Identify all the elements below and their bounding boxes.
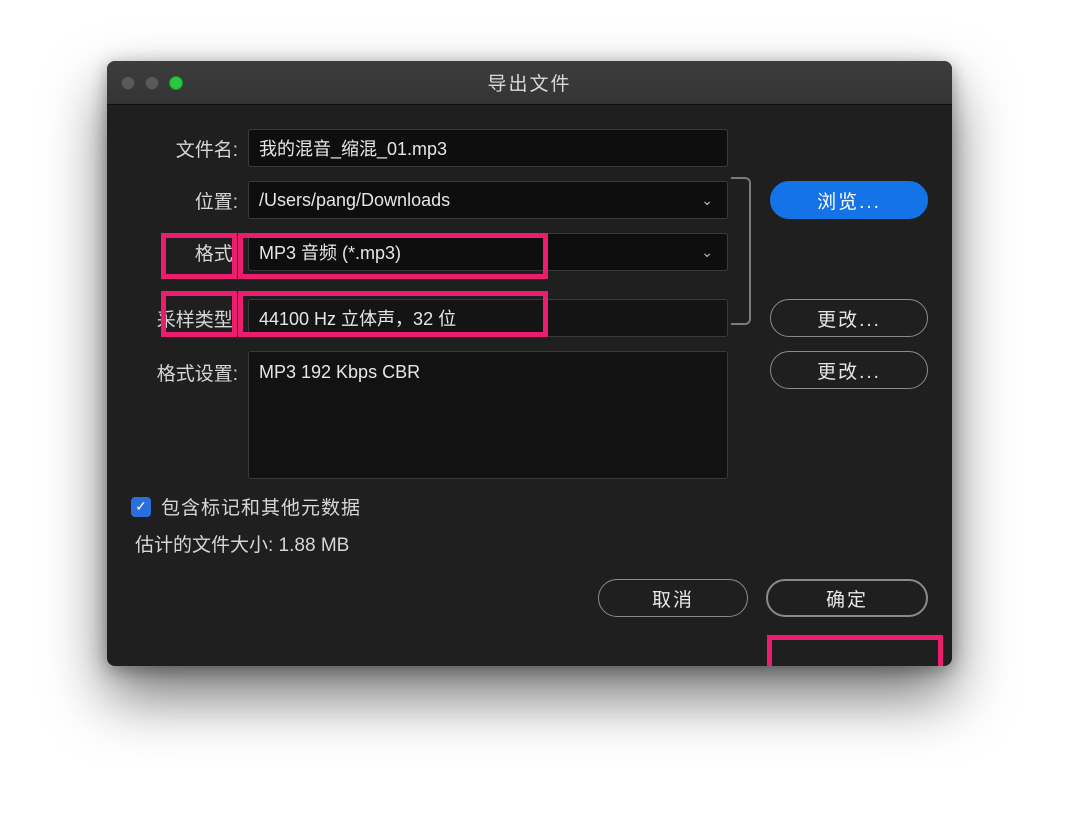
row-filename: 文件名: 我的混音_缩混_01.mp3 xyxy=(131,129,928,167)
browse-button-label: 浏览... xyxy=(817,187,881,214)
row-location: 位置: /Users/pang/Downloads ⌄ 浏览... xyxy=(131,181,928,219)
row-format: 格式: MP3 音频 (*.mp3) ⌄ xyxy=(131,233,928,271)
checkmark-icon: ✓ xyxy=(135,498,147,515)
label-sample-type: 采样类型: xyxy=(131,305,248,332)
label-format-settings: 格式设置: xyxy=(131,351,248,386)
format-settings-display: MP3 192 Kbps CBR xyxy=(248,351,728,479)
format-dropdown[interactable]: MP3 音频 (*.mp3) ⌄ xyxy=(248,233,728,271)
row-include-metadata: ✓ 包含标记和其他元数据 xyxy=(131,493,928,520)
chevron-down-icon: ⌄ xyxy=(695,188,719,213)
filename-value: 我的混音_缩混_01.mp3 xyxy=(259,135,447,161)
sample-type-value: 44100 Hz 立体声，32 位 xyxy=(259,305,456,331)
window-controls xyxy=(121,76,183,90)
include-metadata-checkbox[interactable]: ✓ xyxy=(131,497,151,517)
titlebar: 导出文件 xyxy=(107,61,952,105)
close-window-button[interactable] xyxy=(121,76,135,90)
row-format-settings: 格式设置: MP3 192 Kbps CBR 更改... xyxy=(131,351,928,479)
label-filename: 文件名: xyxy=(131,135,248,162)
cancel-button-label: 取消 xyxy=(652,585,694,612)
change-format-settings-button[interactable]: 更改... xyxy=(770,351,928,389)
ok-button[interactable]: 确定 xyxy=(766,579,928,617)
dialog-body: 文件名: 我的混音_缩混_01.mp3 位置: /Users/pang/Down… xyxy=(107,105,952,635)
cancel-button[interactable]: 取消 xyxy=(598,579,748,617)
highlight-box xyxy=(767,635,943,666)
minimize-window-button[interactable] xyxy=(145,76,159,90)
format-value: MP3 音频 (*.mp3) xyxy=(259,239,401,265)
dialog-footer: 取消 确定 xyxy=(131,579,928,617)
change-button-label: 更改... xyxy=(817,305,881,332)
zoom-window-button[interactable] xyxy=(169,76,183,90)
row-sample-type: 采样类型: 44100 Hz 立体声，32 位 更改... xyxy=(131,299,928,337)
chevron-down-icon: ⌄ xyxy=(695,240,719,265)
location-value: /Users/pang/Downloads xyxy=(259,190,450,211)
estimated-file-size: 估计的文件大小: 1.88 MB xyxy=(131,530,928,557)
dialog-title: 导出文件 xyxy=(119,69,940,96)
location-dropdown[interactable]: /Users/pang/Downloads ⌄ xyxy=(248,181,728,219)
change-button-label: 更改... xyxy=(817,357,881,384)
format-settings-value: MP3 192 Kbps CBR xyxy=(259,362,420,383)
browse-button[interactable]: 浏览... xyxy=(770,181,928,219)
export-file-dialog: 导出文件 文件名: 我的混音_缩混_01.mp3 位置: xyxy=(107,61,952,666)
ok-button-label: 确定 xyxy=(826,585,868,612)
filename-input[interactable]: 我的混音_缩混_01.mp3 xyxy=(248,129,728,167)
sample-type-display: 44100 Hz 立体声，32 位 xyxy=(248,299,728,337)
change-sample-type-button[interactable]: 更改... xyxy=(770,299,928,337)
label-location: 位置: xyxy=(131,187,248,214)
label-format: 格式: xyxy=(131,239,248,266)
include-metadata-label: 包含标记和其他元数据 xyxy=(161,493,361,520)
